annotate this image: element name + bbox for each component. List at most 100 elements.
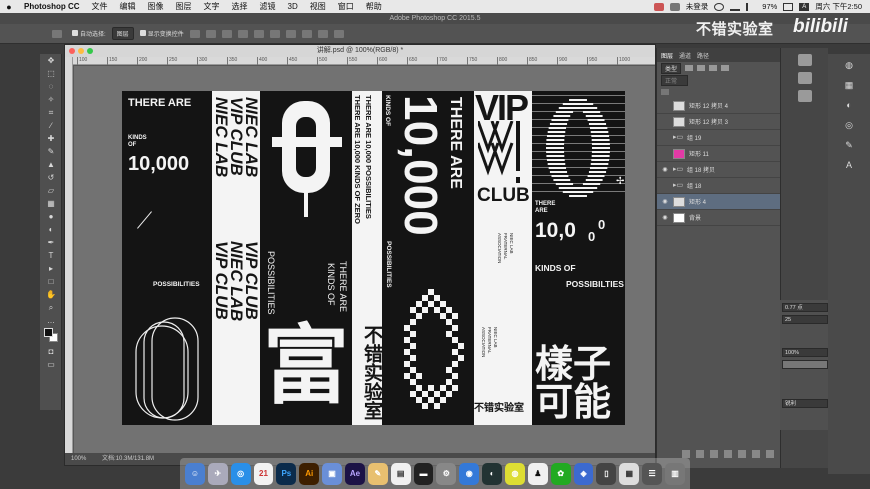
zoom-level[interactable]: 100% — [71, 456, 86, 462]
marquee-tool-icon[interactable]: ⬚ — [40, 67, 62, 80]
preview-icon[interactable]: ▣ — [322, 462, 343, 485]
volume-icon[interactable] — [746, 2, 756, 11]
scale-field[interactable]: 100% — [782, 348, 828, 357]
filter-shape-icon[interactable] — [721, 65, 730, 71]
show-transform-checkbox[interactable]: 显示变换控件 — [139, 29, 184, 38]
panel-icon-1[interactable] — [797, 54, 812, 66]
minimize-window-icon[interactable] — [78, 48, 84, 54]
blend-mode-select[interactable]: 正常 — [661, 74, 689, 86]
align-bottom-icon[interactable] — [269, 29, 280, 38]
brushes-panel-icon[interactable]: ✎ — [841, 140, 857, 154]
adjustment-icon[interactable] — [724, 450, 732, 458]
qq-icon[interactable]: ♟ — [527, 462, 548, 485]
stroke-width-field[interactable]: 0.77 点 — [782, 303, 828, 312]
apple-icon[interactable]: ● — [0, 2, 18, 12]
clock[interactable]: 周六 下午2:50 — [815, 1, 862, 12]
app-icon-3[interactable]: ▯ — [596, 462, 617, 485]
menu-filter[interactable]: 滤镜 — [254, 1, 282, 12]
system-preferences-icon[interactable]: ⚙ — [436, 462, 457, 485]
calendar-icon[interactable]: 21 — [253, 462, 274, 485]
eyedropper-icon[interactable]: ∕ — [40, 119, 62, 132]
menu-3d[interactable]: 3D — [282, 2, 304, 11]
artwork-canvas[interactable]: THERE ARE KINDS OF 10,000 POSSIBILITIES … — [122, 91, 625, 425]
textedit-icon[interactable]: ▤ — [390, 462, 411, 485]
gradient-tool-icon[interactable]: ▦ — [40, 197, 62, 210]
tab-channels[interactable]: 通道 — [679, 51, 691, 60]
menu-help[interactable]: 帮助 — [360, 1, 388, 12]
layer-item[interactable]: 矩形 12 拷贝 4 — [657, 98, 780, 114]
vertical-ruler[interactable] — [65, 57, 73, 453]
finder-icon[interactable]: ☺ — [185, 462, 205, 485]
terminal-icon[interactable]: ▬ — [413, 462, 434, 485]
rectangle-tool-icon[interactable]: □ — [40, 275, 62, 288]
distribute-icon[interactable] — [285, 29, 296, 38]
app-icon-5[interactable]: ☰ — [642, 462, 663, 485]
eraser-icon[interactable]: ▱ — [40, 184, 62, 197]
zoom-window-icon[interactable] — [87, 48, 93, 54]
styles-panel-icon[interactable]: ◎ — [841, 120, 857, 134]
move-tool-icon[interactable] — [52, 29, 62, 38]
new-layer-icon[interactable] — [752, 450, 760, 458]
app-icon-1[interactable]: ◐ — [482, 462, 503, 485]
document-tab[interactable]: 讲解.psd @ 100%(RGB/8) * — [65, 45, 655, 57]
healing-brush-icon[interactable]: ✚ — [40, 132, 62, 145]
color-swatches[interactable] — [40, 327, 61, 345]
path-select-icon[interactable]: ▸ — [40, 262, 62, 275]
new-group-icon[interactable] — [738, 450, 746, 458]
trash-icon[interactable] — [766, 450, 774, 458]
trash-dock-icon[interactable]: ▥ — [665, 462, 685, 485]
lock-icon[interactable] — [661, 89, 669, 95]
menu-view[interactable]: 视图 — [304, 1, 332, 12]
layer-item[interactable]: ◉ 背景 — [657, 210, 780, 226]
visibility-eye-icon[interactable]: ◉ — [661, 198, 669, 205]
tab-layers[interactable]: 图层 — [661, 51, 673, 60]
fx-icon[interactable] — [696, 450, 704, 458]
tab-paths[interactable]: 路径 — [697, 51, 709, 60]
menu-file[interactable]: 文件 — [86, 1, 114, 12]
move-tool-icon[interactable]: ✥ — [40, 54, 62, 67]
after-effects-icon[interactable]: Ae — [345, 462, 365, 485]
filter-type-icon[interactable] — [709, 65, 718, 71]
history-brush-icon[interactable]: ↺ — [40, 171, 62, 184]
menu-select[interactable]: 选择 — [226, 1, 254, 12]
close-window-icon[interactable] — [69, 48, 75, 54]
stamp-tool-icon[interactable]: ▲ — [40, 158, 62, 171]
record-icon[interactable] — [653, 2, 664, 11]
quick-mask-icon[interactable]: ◘ — [40, 345, 62, 358]
chrome-icon[interactable]: ◍ — [505, 462, 525, 485]
menu-app-name[interactable]: Photoshop CC — [18, 2, 86, 11]
layer-kind-filter[interactable]: 类型 — [661, 62, 682, 74]
wechat-icon[interactable]: ✿ — [550, 462, 571, 485]
panel-icon-3[interactable] — [797, 90, 812, 102]
distribute-v-icon[interactable] — [317, 29, 328, 38]
tracking-field[interactable]: 25 — [782, 315, 828, 324]
safari-icon[interactable]: ◎ — [230, 462, 251, 485]
crop-tool-icon[interactable]: ⌗ — [40, 106, 62, 119]
layer-item[interactable]: ◉ 矩形 4 — [657, 194, 780, 210]
lasso-tool-icon[interactable]: ◌ — [40, 80, 62, 93]
input-source-icon[interactable]: A — [799, 2, 810, 11]
menu-type[interactable]: 文字 — [198, 1, 226, 12]
quicktime-icon[interactable]: ◉ — [459, 462, 480, 485]
color-panel-icon[interactable]: ◍ — [841, 60, 857, 74]
photoshop-icon[interactable]: Ps — [276, 462, 297, 485]
antialias-field[interactable]: 锐利 — [782, 399, 828, 408]
character-panel-icon[interactable]: A — [841, 160, 857, 174]
app-icon-4[interactable]: ▦ — [619, 462, 640, 485]
app-icon-2[interactable]: ◈ — [573, 462, 594, 485]
align-right-icon[interactable] — [221, 29, 232, 38]
document-size[interactable]: 文档:10.3M/131.8M — [102, 456, 154, 462]
align-center-icon[interactable] — [205, 29, 216, 38]
type-tool-icon[interactable]: T — [40, 249, 62, 262]
align-middle-icon[interactable] — [253, 29, 264, 38]
layer-item[interactable]: 矩形 11 — [657, 146, 780, 162]
battery-icon[interactable] — [783, 2, 794, 11]
cloud-icon[interactable] — [669, 2, 680, 11]
magic-wand-icon[interactable]: ✧ — [40, 93, 62, 106]
align-top-icon[interactable] — [237, 29, 248, 38]
foreground-color-swatch[interactable] — [44, 328, 53, 337]
auto-select-dropdown[interactable]: 图层 — [111, 27, 134, 40]
color-field[interactable] — [782, 360, 828, 369]
illustrator-icon[interactable]: Ai — [299, 462, 320, 485]
launchpad-icon[interactable]: ✈ — [207, 462, 228, 485]
